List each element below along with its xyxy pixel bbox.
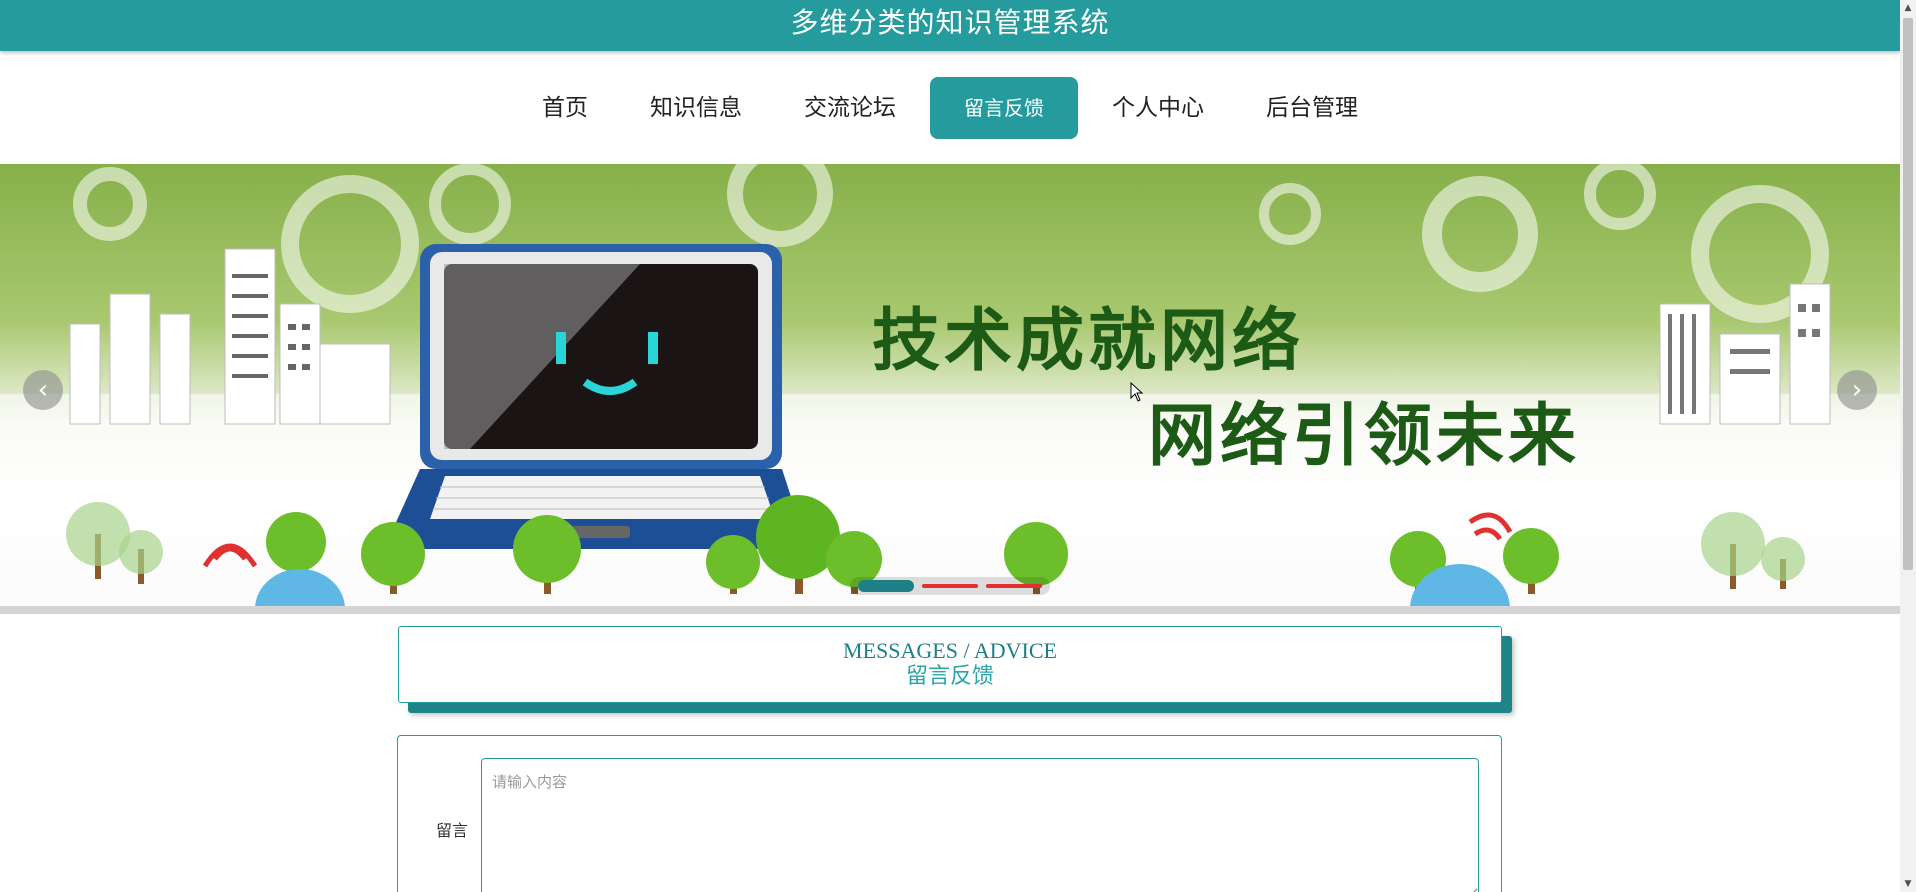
- carousel-indicator-3[interactable]: [986, 584, 1042, 588]
- chevron-right-icon: ›: [1851, 375, 1863, 405]
- section-title-box: MESSAGES / ADVICE 留言反馈: [398, 626, 1502, 703]
- nav-item-knowledge[interactable]: 知识信息: [622, 77, 770, 139]
- message-label: 留言: [436, 821, 469, 840]
- feedback-form: 留言: [397, 735, 1502, 892]
- chevron-left-icon: ‹: [37, 375, 49, 405]
- carousel-indicator-1[interactable]: [858, 580, 914, 592]
- nav-item-home[interactable]: 首页: [514, 77, 616, 139]
- section-title-cn: 留言反馈: [905, 663, 994, 688]
- banner-slogan-2: 网络引领未来: [1148, 397, 1581, 476]
- carousel-indicator-2[interactable]: [922, 584, 978, 588]
- section-title-en: MESSAGES / ADVICE: [843, 638, 1057, 663]
- nav-item-admin[interactable]: 后台管理: [1238, 77, 1386, 139]
- carousel-indicators: [850, 577, 1050, 595]
- site-title: 多维分类的知识管理系统: [790, 6, 1110, 39]
- site-header: 多维分类的知识管理系统: [0, 0, 1900, 51]
- main-nav: 首页 知识信息 交流论坛 留言反馈 个人中心 后台管理: [0, 51, 1900, 164]
- banner-slogan-1: 技术成就网络: [872, 302, 1305, 381]
- nav-item-forum[interactable]: 交流论坛: [776, 77, 924, 139]
- banner-next-button[interactable]: ›: [1837, 370, 1877, 410]
- banner-prev-button[interactable]: ‹: [23, 370, 63, 410]
- banner-carousel[interactable]: 技术成就网络 网络引领未来 ‹ ›: [0, 164, 1900, 614]
- scrollbar-thumb[interactable]: [1903, 18, 1913, 570]
- nav-item-feedback[interactable]: 留言反馈: [930, 76, 1078, 139]
- banner-illustration: [0, 164, 1900, 614]
- mouse-cursor-icon: [1130, 382, 1144, 402]
- scroll-down-icon[interactable]: ▼: [1900, 876, 1916, 892]
- scroll-up-icon[interactable]: ▲: [1900, 0, 1916, 16]
- page-scrollbar[interactable]: ▲ ▼: [1900, 0, 1916, 892]
- message-textarea[interactable]: [481, 758, 1479, 892]
- laptop-illustration: [384, 244, 808, 549]
- nav-item-personal-center[interactable]: 个人中心: [1084, 77, 1232, 139]
